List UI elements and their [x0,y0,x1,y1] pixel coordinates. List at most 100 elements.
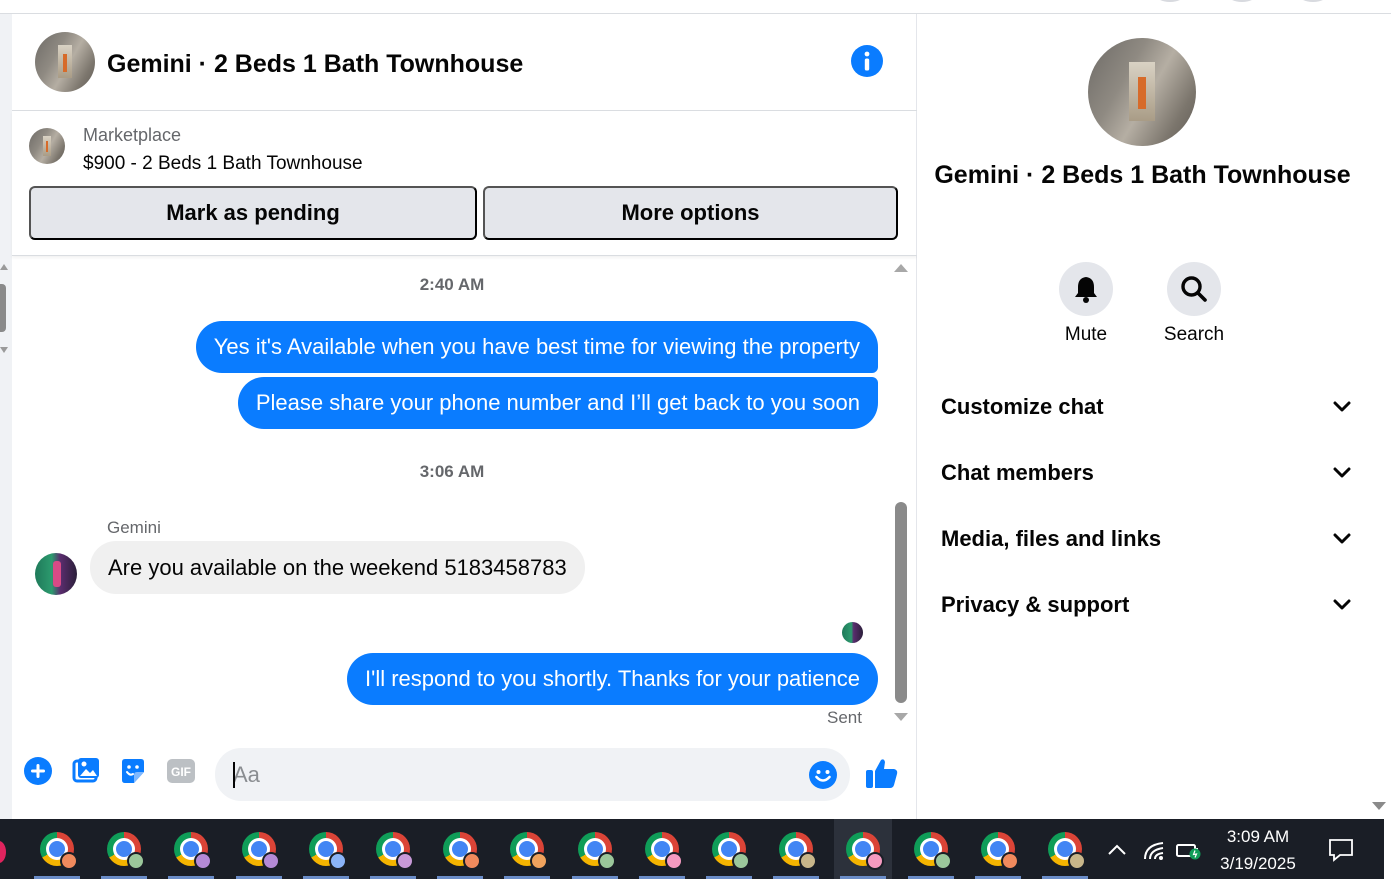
taskbar-app-button[interactable] [431,819,489,879]
profile-avatar[interactable] [1088,38,1196,146]
listing-source-label: Marketplace [83,125,182,145]
chrome-icon [309,832,347,870]
search-label: Search [1163,324,1225,345]
taskbar-app-button[interactable] [364,819,422,879]
scroll-up-arrow[interactable] [0,264,8,270]
scroll-down-arrow[interactable] [894,713,908,721]
profile-badge-icon [665,852,683,870]
top-avatar-partial[interactable] [1298,0,1328,2]
thumbs-up-icon[interactable] [864,755,900,791]
taskbar-app-button[interactable] [95,819,153,879]
mute-label: Mute [1064,324,1108,345]
taskbar-app-button[interactable] [902,819,960,879]
chrome-icon [712,832,750,870]
sticker-icon[interactable] [117,755,149,787]
search-action[interactable]: Search [1149,262,1239,346]
chevron-up-icon[interactable] [1104,837,1130,863]
bell-icon[interactable] [1059,262,1113,316]
plus-icon[interactable] [22,755,54,787]
taskbar-app-button[interactable] [1036,819,1094,879]
chevron-down-icon [1333,599,1351,610]
scroll-down-arrow[interactable] [0,347,8,353]
taskbar-app-button[interactable] [162,819,220,879]
profile-badge-icon [732,852,750,870]
message-composer: GIF [12,739,917,819]
chrome-icon [107,832,145,870]
battery-charging-icon[interactable] [1176,837,1202,863]
mute-action[interactable]: Mute [1041,262,1131,346]
chrome-icon [443,832,481,870]
chrome-icon [510,832,548,870]
taskbar-app-button[interactable] [498,819,556,879]
taskbar-app-button[interactable] [297,819,355,879]
profile-badge-icon [1001,852,1019,870]
sender-avatar[interactable] [35,553,77,595]
chevron-down-icon [1333,533,1351,544]
scroll-down-arrow[interactable] [1372,802,1386,810]
chat-members-section[interactable]: Chat members [941,453,1351,493]
chat-avatar[interactable] [35,32,95,92]
profile-badge-icon [799,852,817,870]
section-label: Media, files and links [941,526,1162,551]
page-scrollbar[interactable] [1368,14,1391,819]
incoming-message[interactable]: Are you available on the weekend 5183458… [90,541,585,594]
taskbar-app-button[interactable] [633,819,691,879]
taskbar-app-button[interactable] [969,819,1027,879]
taskbar-app-button[interactable] [834,819,892,879]
chrome-icon [242,832,280,870]
taskbar-app-button[interactable] [230,819,288,879]
conversation-list-scrollbar[interactable] [0,14,12,819]
profile-badge-icon [329,852,347,870]
image-icon[interactable] [70,755,102,787]
taskbar-edge [1384,819,1391,879]
clock-time: 3:09 AM [1226,827,1290,846]
profile-badge-icon [934,852,952,870]
profile-badge-icon [598,852,616,870]
seen-receipt-avatar [842,622,863,643]
profile-badge-icon [194,852,212,870]
profile-badge-icon [396,852,414,870]
wifi-icon[interactable] [1142,837,1168,863]
outgoing-message[interactable]: Please share your phone number and I’ll … [237,377,878,429]
chevron-down-icon [1333,467,1351,478]
scroll-thumb[interactable] [0,284,6,332]
section-label: Customize chat [941,394,1104,419]
outgoing-message[interactable]: Yes it's Available when you have best ti… [195,321,878,373]
profile-badge-icon [866,852,884,870]
scroll-thumb[interactable] [895,502,907,703]
outgoing-message[interactable]: I'll respond to you shortly. Thanks for … [347,653,878,705]
message-thread[interactable]: 2:40 AM Yes it's Available when you have… [12,256,917,739]
customize-chat-section[interactable]: Customize chat [941,387,1351,427]
chrome-icon [376,832,414,870]
message-input[interactable] [233,748,793,801]
chrome-icon [174,832,212,870]
mark-as-pending-button[interactable]: Mark as pending [29,186,477,240]
taskbar-app-button[interactable] [566,819,624,879]
sender-name: Gemini [107,518,161,537]
privacy-support-section[interactable]: Privacy & support [941,585,1351,625]
scroll-up-arrow[interactable] [894,264,908,272]
app-icon-partial[interactable] [0,841,6,863]
taskbar-app-button[interactable] [767,819,825,879]
listing-price-title[interactable]: $900 - 2 Beds 1 Bath Townhouse [83,153,363,175]
top-avatar-partial[interactable] [1227,0,1257,2]
info-icon[interactable] [851,45,883,77]
chrome-icon [645,832,683,870]
top-avatar-partial[interactable] [1155,0,1185,2]
timestamp-divider: 2:40 AM [419,275,485,294]
notification-icon[interactable] [1326,835,1356,865]
taskbar-app-button[interactable] [28,819,86,879]
message-input-wrap[interactable] [215,748,850,801]
emoji-icon[interactable] [808,760,838,790]
media-files-links-section[interactable]: Media, files and links [941,519,1351,559]
listing-thumbnail[interactable] [29,128,65,164]
message-scrollbar[interactable] [892,256,910,739]
chrome-icon [40,832,78,870]
search-icon[interactable] [1167,262,1221,316]
taskbar-app-button[interactable] [700,819,758,879]
system-clock[interactable]: 3:09 AM 3/19/2025 [1208,823,1308,877]
chat-title[interactable]: Gemini · 2 Beds 1 Bath Townhouse [107,50,523,79]
more-options-button[interactable]: More options [483,186,898,240]
profile-name[interactable]: Gemini · 2 Beds 1 Bath Townhouse [917,160,1368,190]
gif-icon[interactable]: GIF [165,755,197,787]
